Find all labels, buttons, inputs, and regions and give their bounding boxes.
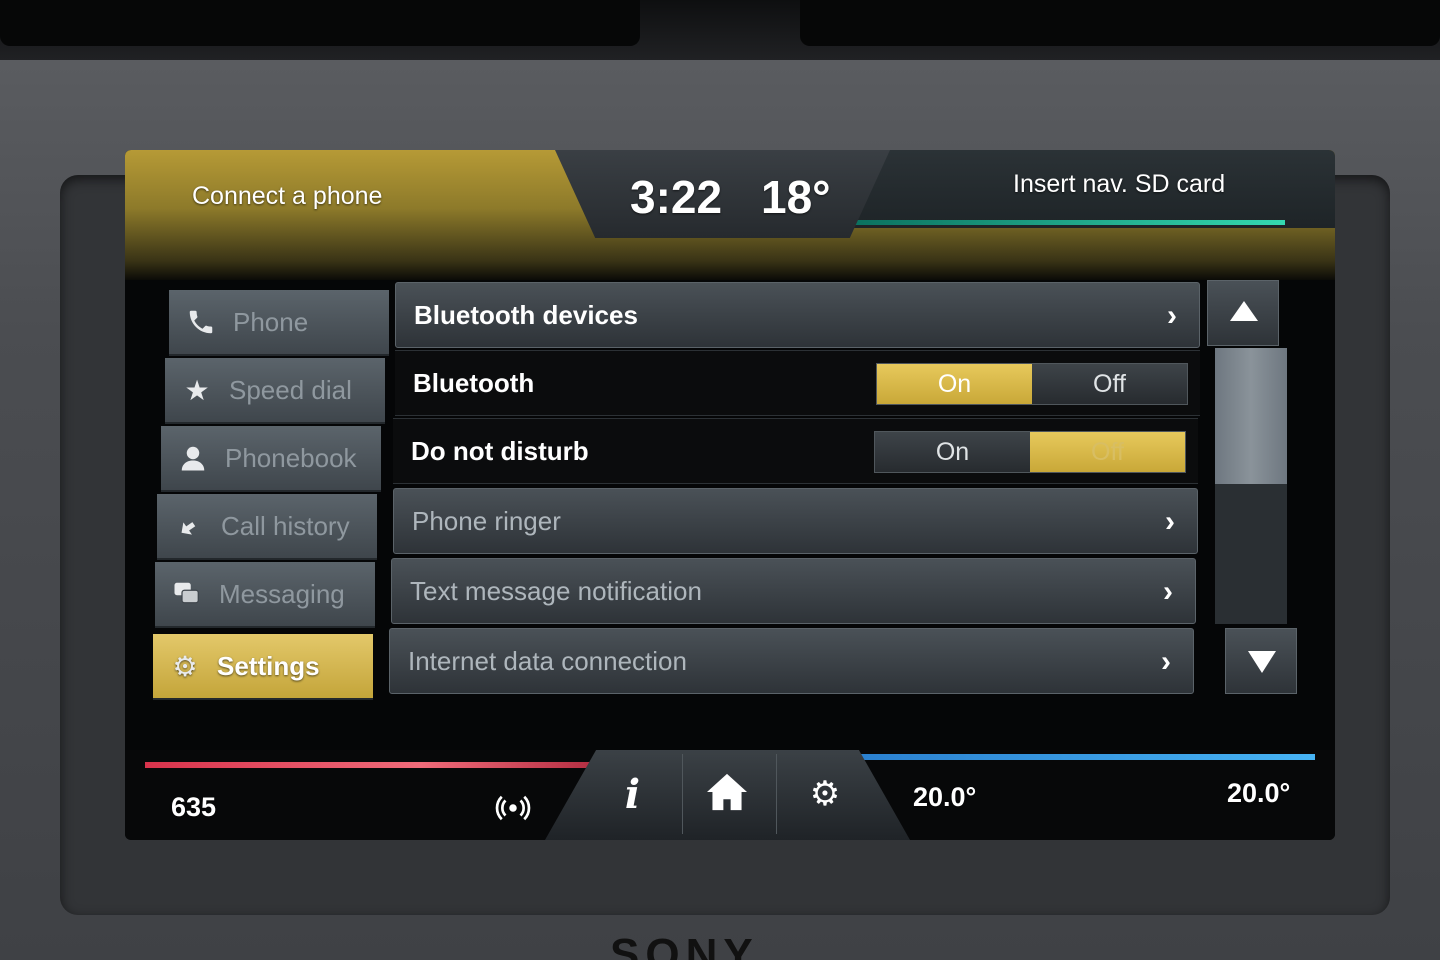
driver-climate-accent (145, 762, 605, 768)
scroll-down-button[interactable] (1225, 628, 1297, 694)
chevron-right-icon: › (1163, 575, 1173, 608)
do-not-disturb-on-button[interactable]: On (875, 432, 1030, 472)
chevron-right-icon: › (1161, 645, 1171, 678)
clock: 3:22 (630, 171, 723, 223)
star-icon: ★ (184, 374, 210, 406)
passenger-temperature[interactable]: 20.0° (1227, 778, 1290, 809)
list-item-label: Phone ringer (412, 505, 561, 536)
do-not-disturb-off-button[interactable]: Off (1030, 432, 1185, 472)
chevron-right-icon: › (1165, 505, 1175, 538)
person-icon (175, 440, 211, 476)
settings-gears-icon: ⚙ (809, 775, 841, 813)
dashboard-vent (800, 0, 1440, 46)
home-button[interactable] (677, 754, 777, 834)
list-item-do-not-disturb: Do not disturb On Off (393, 418, 1198, 484)
sidebar-item-label: Messaging (219, 578, 345, 609)
arrow-down-icon (1248, 651, 1276, 673)
list-item-label: Bluetooth devices (414, 299, 638, 330)
settings-button[interactable]: ⚙ (775, 754, 875, 834)
arrow-up-icon (1230, 301, 1258, 321)
scrollbar-thumb[interactable] (1215, 348, 1287, 484)
connect-phone-status[interactable]: Connect a phone (192, 182, 382, 211)
chat-bubbles-icon (169, 576, 205, 612)
sidebar-item-label: Phone (233, 306, 309, 337)
sidebar-item-settings[interactable]: ⚙ Settings (153, 634, 373, 700)
dashboard-vent (0, 0, 640, 46)
phone-sidebar: Phone ★ Speed dial Phonebook Call histor… (153, 290, 389, 710)
sidebar-item-label: Call history (221, 510, 350, 541)
status-accent-line (845, 220, 1285, 225)
list-item-phone-ringer[interactable]: Phone ringer › (393, 488, 1198, 554)
passenger-climate-accent (845, 754, 1315, 760)
audio-station-value[interactable]: 635 (171, 792, 216, 823)
phone-icon (183, 304, 219, 340)
bluetooth-on-button[interactable]: On (877, 364, 1032, 404)
do-not-disturb-toggle: On Off (874, 431, 1186, 473)
list-item-internet-data-connection[interactable]: Internet data connection › (389, 628, 1194, 694)
driver-temperature[interactable]: 20.0° (913, 782, 976, 813)
sidebar-item-phonebook[interactable]: Phonebook (161, 426, 381, 492)
bluetooth-toggle: On Off (876, 363, 1188, 405)
sidebar-item-label: Speed dial (229, 374, 352, 405)
list-item-bluetooth-devices[interactable]: Bluetooth devices › (395, 282, 1200, 348)
info-button[interactable]: i (583, 754, 683, 834)
list-item-label: Text message notification (410, 575, 702, 606)
bluetooth-off-button[interactable]: Off (1032, 364, 1187, 404)
nav-sd-status: Insert nav. SD card (1013, 170, 1226, 198)
list-item-label: Internet data connection (408, 645, 687, 676)
brand-logo: SONY (610, 930, 759, 960)
sidebar-item-phone[interactable]: Phone (169, 290, 389, 356)
clock-tab (555, 150, 890, 238)
radio-signal-icon[interactable] (495, 790, 535, 833)
info-icon: i (624, 770, 641, 818)
chevron-right-icon: › (1167, 299, 1177, 332)
infotainment-screen: Connect a phone 3:22 18° Insert nav. SD … (125, 150, 1335, 840)
gear-icon: ⚙ (172, 650, 198, 682)
sidebar-item-speed-dial[interactable]: ★ Speed dial (165, 358, 385, 424)
home-icon (704, 772, 750, 817)
list-item-bluetooth: Bluetooth On Off (395, 350, 1200, 416)
sidebar-item-messaging[interactable]: Messaging (155, 562, 375, 628)
phone-settings-list: Bluetooth devices › Bluetooth On Off Do … (389, 282, 1205, 712)
sidebar-item-call-history[interactable]: Call history (157, 494, 377, 560)
list-item-text-message-notification[interactable]: Text message notification › (391, 558, 1196, 624)
scroll-up-button[interactable] (1207, 280, 1279, 346)
sidebar-item-label: Settings (217, 650, 320, 681)
sidebar-item-label: Phonebook (225, 442, 357, 473)
outside-temperature: 18° (761, 171, 831, 223)
call-history-icon (171, 508, 207, 544)
